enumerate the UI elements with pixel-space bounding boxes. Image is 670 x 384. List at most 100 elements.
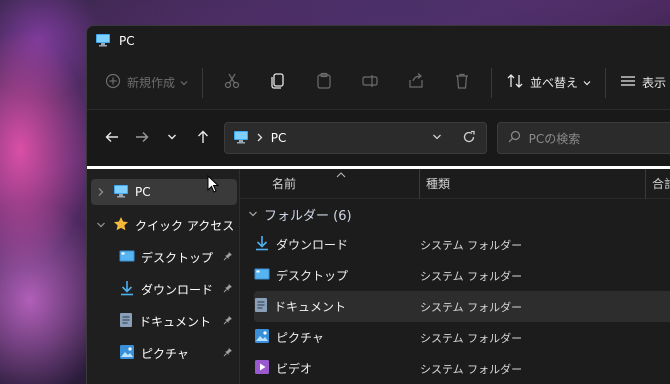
list-item-type: システム フォルダー [420,331,523,345]
list-item-name: ビデオ [276,362,313,376]
pc-icon [233,129,249,148]
refresh-icon[interactable] [462,130,476,147]
list-item-name: ピクチャ [276,331,324,345]
arrow-up-icon [196,130,210,147]
star-icon [113,216,129,235]
pc-icon [113,183,129,202]
list-item[interactable]: デスクトップ システム フォルダー [254,260,670,291]
list-view-icon [620,74,636,91]
column-headers: 名前 種類 合計 [240,167,670,199]
navigation-bar: PC PCの検索 [87,110,670,166]
download-icon [119,280,135,299]
pc-icon [95,32,111,51]
sidebar-item-label: ピクチャ [141,346,189,361]
column-header-type[interactable]: 種類 [420,168,646,199]
list-item-type: システム フォルダー [420,362,523,376]
window-title: PC [119,34,135,48]
chevron-down-icon [167,131,177,145]
clipboard-icon [315,72,333,93]
navigation-pane: PC クイック アクセス デスクトップ ダウンロード ドキュメント ピクチャ [87,169,240,384]
address-history-chevron-icon[interactable] [432,131,442,145]
arrow-left-icon [105,130,119,147]
pin-icon[interactable] [223,250,233,264]
chevron-down-icon [583,76,591,90]
list-item-type: システム フォルダー [420,300,523,314]
breadcrumb-pc[interactable]: PC [271,131,287,145]
list-item-type: システム フォルダー [420,269,523,283]
sidebar-item-label: ダウンロード [141,282,214,297]
content-area: PC クイック アクセス デスクトップ ダウンロード ドキュメント ピクチャ 名… [87,167,670,384]
document-icon [119,312,133,331]
column-header-size[interactable]: 合計 [646,169,670,199]
copy-button[interactable] [255,72,301,93]
rename-button[interactable] [347,72,393,93]
view-button[interactable]: 表示 [612,66,670,100]
desktop-icon [119,249,135,266]
forward-button[interactable] [127,122,157,154]
collapse-chevron-icon[interactable] [93,221,109,229]
download-icon [254,235,270,254]
pin-icon[interactable] [223,314,233,328]
picture-icon [119,344,135,363]
search-box[interactable]: PCの検索 [496,122,670,154]
recent-locations-button[interactable] [157,122,187,154]
column-header-label: 合計 [652,177,670,191]
sidebar-item-label: PC [135,185,151,199]
sidebar-item-label: クイック アクセス [135,218,235,233]
back-button[interactable] [97,122,127,154]
group-header-label: フォルダー (6) [264,208,352,224]
group-header-folders[interactable]: フォルダー (6) [240,199,670,229]
address-bar[interactable]: PC [223,122,487,154]
column-header-label: 種類 [426,177,451,191]
share-icon [407,72,425,93]
list-item-name: ダウンロード [276,238,349,252]
document-icon [254,297,268,316]
sort-arrows-icon [506,73,524,92]
pin-icon[interactable] [223,282,233,296]
plus-circle-icon [105,73,121,92]
paste-button[interactable] [301,72,347,93]
list-item-name: デスクトップ [276,269,349,283]
sort-ascending-icon [336,167,346,181]
sidebar-item-quick-access[interactable]: クイック アクセス [91,209,237,241]
title-bar[interactable]: PC [87,26,670,56]
expand-chevron-icon[interactable] [93,187,109,197]
mouse-pointer-icon [207,174,220,196]
sidebar-item-label: デスクトップ [141,250,214,265]
trash-icon [453,72,471,93]
list-item[interactable]: ピクチャ システム フォルダー [254,322,670,353]
sidebar-item-desktop[interactable]: デスクトップ [91,241,237,273]
sort-button-label: 並べ替え [530,76,579,90]
scissors-icon [223,72,241,93]
cut-button[interactable] [209,72,255,93]
share-button[interactable] [393,72,439,93]
command-bar: 新規作成 並べ替え 表示 [87,56,670,110]
search-placeholder: PCの検索 [528,131,581,146]
picture-icon [254,328,270,347]
sidebar-item-downloads[interactable]: ダウンロード [91,273,237,305]
pin-icon[interactable] [223,346,233,360]
column-header-name[interactable]: 名前 [240,167,420,199]
rename-icon [361,72,379,93]
video-icon [254,359,270,378]
toolbar-divider [202,67,204,98]
new-button[interactable]: 新規作成 [97,66,196,100]
column-header-label: 名前 [272,177,297,191]
file-list-pane: 名前 種類 合計 フォルダー (6) [240,167,670,384]
up-button[interactable] [188,122,218,154]
file-explorer-window: PC 新規作成 並べ替え 表示 PC PCの検索 PC クイック アクセス デス… [86,25,670,384]
list-item[interactable]: ダウンロード システム フォルダー [254,229,670,260]
list-item[interactable]: ドキュメント システム フォルダー [254,291,670,322]
copy-icon [269,72,287,93]
delete-button[interactable] [439,72,485,93]
breadcrumb-chevron-icon[interactable] [257,132,263,145]
collapse-chevron-icon[interactable] [248,207,258,222]
new-button-label: 新規作成 [127,76,176,90]
search-icon [508,130,521,146]
sidebar-item-documents[interactable]: ドキュメント [91,305,237,337]
sort-button[interactable]: 並べ替え [498,66,599,100]
sidebar-item-pictures[interactable]: ピクチャ [91,337,237,369]
list-item[interactable]: ビデオ システム フォルダー [254,353,670,384]
view-button-label: 表示 [642,76,667,90]
chevron-down-icon [180,76,188,90]
